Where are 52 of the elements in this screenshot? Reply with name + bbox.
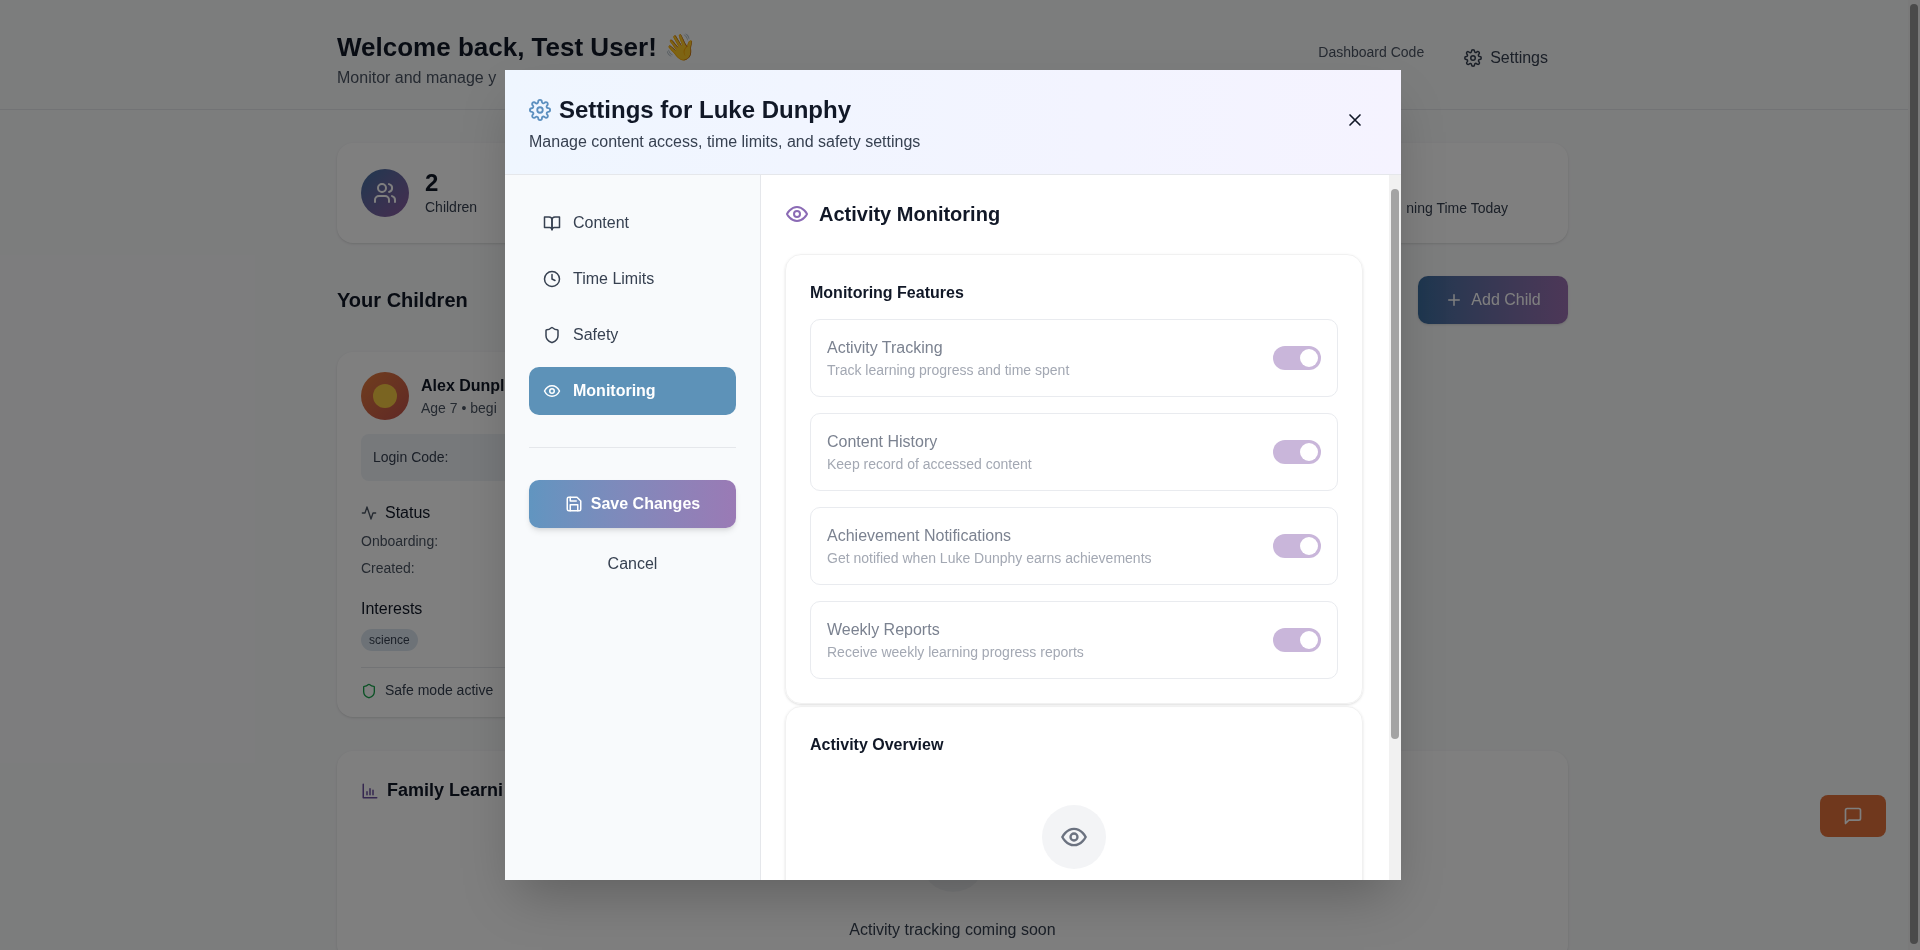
page-subtitle: Monitor and manage y xyxy=(337,68,498,88)
sidebar-tab[interactable]: Content xyxy=(529,199,736,247)
feature-description: Keep record of accessed content xyxy=(827,454,1032,474)
sidebar-tab[interactable]: Safety xyxy=(529,311,736,359)
avatar-icon xyxy=(361,372,409,420)
interest-tag: science xyxy=(361,629,418,651)
sidebar-tab[interactable]: Time Limits xyxy=(529,255,736,303)
stat-label: Children xyxy=(425,197,478,217)
settings-button[interactable]: Settings xyxy=(1464,46,1548,70)
shield-icon xyxy=(361,682,377,699)
section-title: Activity Monitoring xyxy=(819,202,1001,227)
feature-description: Receive weekly learning progress reports xyxy=(827,642,1084,662)
settings-icon xyxy=(1464,49,1483,67)
status-label: Onboarding: xyxy=(361,532,439,551)
stat-value: 2 xyxy=(425,168,440,197)
users-icon xyxy=(361,169,409,217)
section-title: Your Children xyxy=(337,288,468,313)
pulse-icon xyxy=(361,505,377,521)
feature-title: Achievement Notifications xyxy=(827,525,1013,546)
clock-icon xyxy=(543,270,561,288)
code-label: Dashboard Code xyxy=(1318,43,1425,62)
modal-title: Settings for Luke Dunphy xyxy=(559,95,851,125)
eye-icon xyxy=(543,382,561,400)
login-label: Login Code: xyxy=(373,448,449,467)
feature-title: Activity Tracking xyxy=(827,337,944,358)
settings-icon xyxy=(529,99,551,121)
status-label: Created: xyxy=(361,559,415,578)
modal-subtitle: Manage content access, time limits, and safety settings xyxy=(529,132,921,152)
chat-button[interactable] xyxy=(1820,795,1886,837)
shield-icon xyxy=(543,326,561,344)
status-title: Status xyxy=(385,503,431,523)
save-icon xyxy=(564,495,583,513)
card-title: Family Learni xyxy=(387,779,504,802)
feature-title: Weekly Reports xyxy=(827,619,941,640)
child-meta: Age 7 • begi xyxy=(421,398,498,418)
book-icon xyxy=(543,214,561,232)
scrollbar[interactable] xyxy=(1389,175,1401,880)
chat-icon xyxy=(1843,806,1863,826)
empty-text: Activity tracking coming soon xyxy=(849,920,1056,940)
card-title: Activity Overview xyxy=(810,735,945,755)
scrollbar-thumb[interactable] xyxy=(1910,4,1918,944)
feature-title: Content History xyxy=(827,431,939,452)
feature-description: Track learning progress and time spent xyxy=(827,360,1070,380)
child-name: Alex Dunpl xyxy=(421,375,505,396)
stat-label: ning Time Today xyxy=(1406,198,1508,218)
safe-mode-text: Safe mode active xyxy=(385,681,494,700)
interests-title: Interests xyxy=(361,599,423,619)
card-title: Monitoring Features xyxy=(810,283,965,303)
chart-icon xyxy=(361,781,379,800)
cancel-button[interactable]: Cancel xyxy=(597,544,668,584)
page-title: Welcome back, Test User! 👋 xyxy=(337,31,697,64)
feature-description: Get notified when Luke Dunphy earns achievements xyxy=(827,548,1152,568)
